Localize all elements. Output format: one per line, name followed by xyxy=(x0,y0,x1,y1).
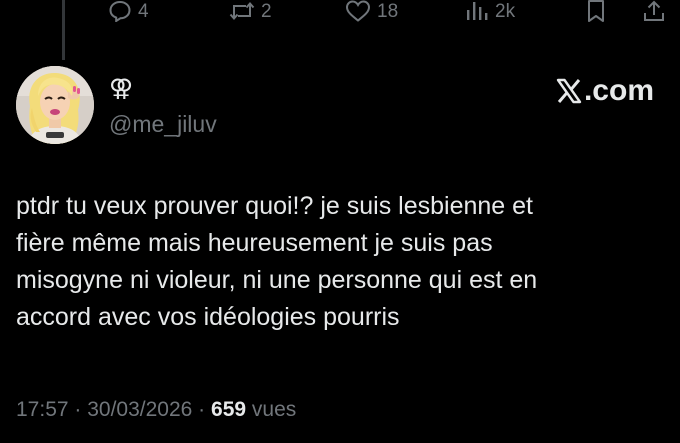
share-icon xyxy=(644,0,664,21)
heart-icon xyxy=(345,0,371,22)
analytics-icon xyxy=(467,2,488,20)
views-count: 2k xyxy=(495,0,516,22)
tweet-time[interactable]: 17:57 xyxy=(16,398,69,421)
repost-button[interactable]: 2 xyxy=(229,0,272,22)
reply-count: 4 xyxy=(138,0,149,22)
handle[interactable]: @me_jiluv xyxy=(109,110,217,138)
repost-icon xyxy=(229,1,255,21)
views-button[interactable]: 2k xyxy=(465,0,515,22)
tweet-meta: 17:57 · 30/03/2026 · 659 vues xyxy=(16,396,296,424)
action-bar: 4 2 18 2k xyxy=(0,0,680,60)
brand-watermark: .com xyxy=(555,74,654,107)
repost-count: 2 xyxy=(261,0,272,22)
like-button[interactable]: 18 xyxy=(345,0,398,22)
bookmark-icon xyxy=(588,0,604,22)
tweet-views-count: 659 xyxy=(211,398,247,421)
reply-icon xyxy=(109,0,131,22)
tweet-date[interactable]: 30/03/2026 xyxy=(87,398,192,421)
thread-line xyxy=(62,0,65,60)
meta-separator: · xyxy=(68,398,88,421)
like-count: 18 xyxy=(377,0,399,22)
x-logo-icon xyxy=(556,78,582,104)
brand-label: .com xyxy=(583,74,654,107)
display-name[interactable]: ⚢ xyxy=(109,75,133,101)
share-button[interactable] xyxy=(642,0,666,22)
tweet-views-label: vues xyxy=(246,398,297,421)
avatar[interactable] xyxy=(16,66,94,144)
tweet-text: ptdr tu veux prouver quoi!? je suis lesb… xyxy=(16,192,538,331)
meta-separator: · xyxy=(192,398,212,421)
avatar-image xyxy=(16,66,94,144)
reply-button[interactable]: 4 xyxy=(108,0,149,22)
bookmark-button[interactable] xyxy=(585,0,607,22)
